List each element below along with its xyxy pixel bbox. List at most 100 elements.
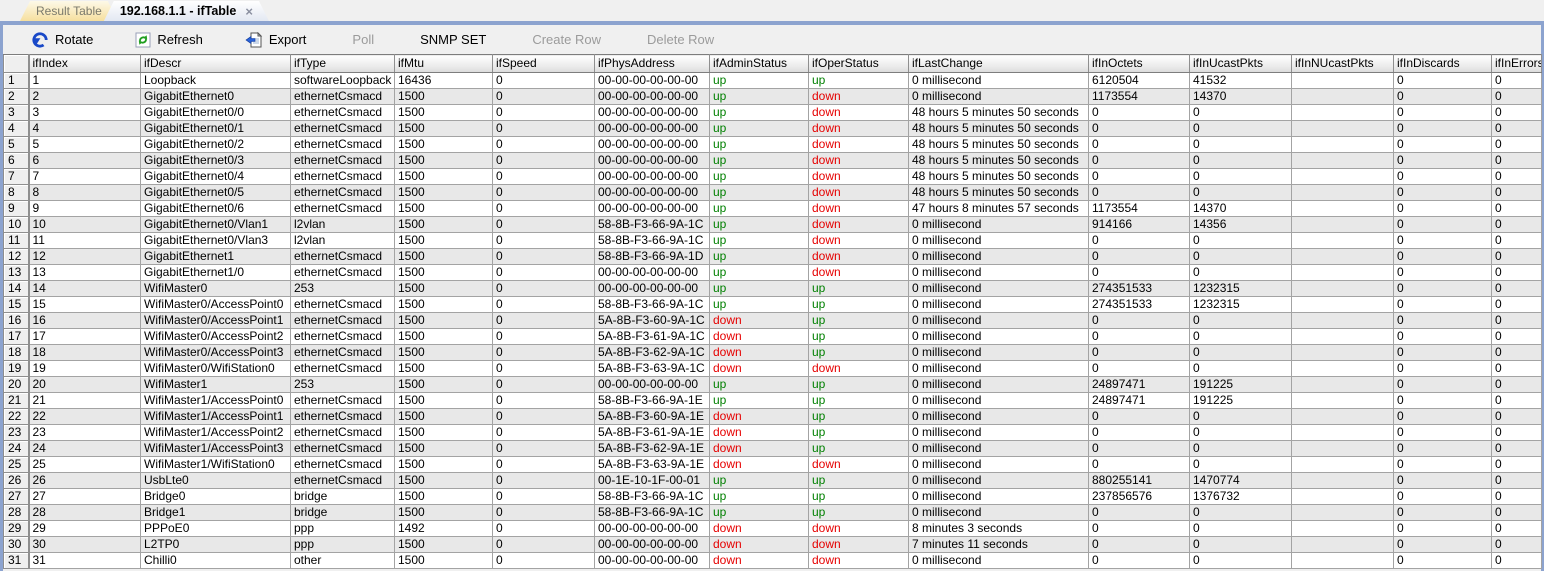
cell-ifType[interactable]: ethernetCsmacd [290,312,395,329]
refresh-button[interactable]: Refresh [135,32,203,48]
cell-ifPhysAddress[interactable]: 5A-8B-F3-60-9A-1E [594,408,710,425]
cell-ifIndex[interactable]: 9 [28,200,141,217]
cell-ifType[interactable]: ethernetCsmacd [290,440,395,457]
column-header-ifInNUcastPkts[interactable]: ifInNUcastPkts [1291,54,1394,73]
cell-ifOperStatus[interactable]: down [808,152,909,169]
cell-ifMtu[interactable]: 1500 [394,216,493,233]
cell-ifInErrors[interactable]: 0 [1491,424,1542,441]
cell-ifAdminStatus[interactable]: down [709,328,809,345]
cell-ifInErrors[interactable]: 0 [1491,296,1542,313]
cell-ifPhysAddress[interactable]: 00-00-00-00-00-00 [594,168,710,185]
cell-ifType[interactable]: 253 [290,280,395,297]
cell-ifType[interactable]: ethernetCsmacd [290,264,395,281]
cell-ifIndex[interactable]: 29 [28,520,141,537]
cell-ifInErrors[interactable]: 0 [1491,280,1542,297]
cell-ifType[interactable]: ethernetCsmacd [290,472,395,489]
cell-ifInErrors[interactable]: 0 [1491,264,1542,281]
cell-ifInErrors[interactable]: 0 [1491,216,1542,233]
cell-ifOperStatus[interactable]: up [808,392,909,409]
cell-ifDescr[interactable]: GigabitEthernet0/6 [140,200,291,217]
cell-ifIndex[interactable]: 30 [28,536,141,553]
row-number[interactable]: 29 [3,520,30,537]
cell-ifMtu[interactable]: 1500 [394,344,493,361]
cell-ifPhysAddress[interactable]: 00-00-00-00-00-00 [594,376,710,393]
cell-ifAdminStatus[interactable]: up [709,376,809,393]
cell-ifDescr[interactable]: WifiMaster0/AccessPoint1 [140,312,291,329]
cell-ifPhysAddress[interactable]: 58-8B-F3-66-9A-1D [594,248,710,265]
row-number[interactable]: 23 [3,424,30,441]
cell-ifPhysAddress[interactable]: 00-00-00-00-00-00 [594,120,710,137]
cell-ifIndex[interactable]: 14 [28,280,141,297]
cell-ifDescr[interactable]: Bridge0 [140,488,291,505]
cell-ifMtu[interactable]: 1500 [394,312,493,329]
cell-ifInErrors[interactable]: 0 [1491,536,1542,553]
cell-ifInDiscards[interactable]: 0 [1393,248,1492,265]
cell-ifInNUcastPkts[interactable] [1291,216,1394,233]
cell-ifAdminStatus[interactable]: down [709,456,809,473]
cell-ifType[interactable]: ethernetCsmacd [290,168,395,185]
row-number[interactable]: 24 [3,440,30,457]
cell-ifInErrors[interactable]: 0 [1491,360,1542,377]
cell-ifOperStatus[interactable]: down [808,200,909,217]
cell-ifInUcastPkts[interactable]: 14370 [1189,200,1292,217]
cell-ifInDiscards[interactable]: 0 [1393,88,1492,105]
cell-ifDescr[interactable]: WifiMaster1/AccessPoint0 [140,392,291,409]
cell-ifPhysAddress[interactable]: 00-00-00-00-00-00 [594,88,710,105]
cell-ifPhysAddress[interactable]: 58-8B-F3-66-9A-1E [594,392,710,409]
cell-ifAdminStatus[interactable]: down [709,536,809,553]
cell-ifLastChange[interactable]: 48 hours 5 minutes 50 seconds [908,168,1089,185]
cell-ifPhysAddress[interactable]: 58-8B-F3-66-9A-1C [594,488,710,505]
cell-ifInOctets[interactable]: 0 [1088,248,1190,265]
cell-ifAdminStatus[interactable]: up [709,168,809,185]
cell-ifType[interactable]: ppp [290,520,395,537]
cell-ifInOctets[interactable]: 0 [1088,152,1190,169]
cell-ifLastChange[interactable]: 0 millisecond [908,232,1089,249]
cell-ifIndex[interactable]: 25 [28,456,141,473]
column-header-ifInUcastPkts[interactable]: ifInUcastPkts [1189,54,1292,73]
cell-ifInUcastPkts[interactable]: 0 [1189,248,1292,265]
cell-ifInDiscards[interactable]: 0 [1393,504,1492,521]
cell-ifOperStatus[interactable]: down [808,88,909,105]
cell-ifInOctets[interactable]: 0 [1088,312,1190,329]
cell-ifInOctets[interactable]: 0 [1088,408,1190,425]
cell-ifAdminStatus[interactable]: down [709,552,809,569]
cell-ifInDiscards[interactable]: 0 [1393,120,1492,137]
cell-ifType[interactable]: ethernetCsmacd [290,424,395,441]
cell-ifInDiscards[interactable]: 0 [1393,216,1492,233]
cell-ifInOctets[interactable]: 1173554 [1088,88,1190,105]
cell-ifMtu[interactable]: 1500 [394,152,493,169]
cell-ifOperStatus[interactable]: down [808,248,909,265]
cell-ifSpeed[interactable]: 0 [492,248,595,265]
cell-ifAdminStatus[interactable]: up [709,248,809,265]
cell-ifLastChange[interactable]: 0 millisecond [908,296,1089,313]
cell-ifInErrors[interactable]: 0 [1491,472,1542,489]
cell-ifInDiscards[interactable]: 0 [1393,184,1492,201]
cell-ifType[interactable]: other [290,552,395,569]
cell-ifSpeed[interactable]: 0 [492,264,595,281]
row-number[interactable]: 5 [3,136,30,153]
cell-ifLastChange[interactable]: 0 millisecond [908,344,1089,361]
cell-ifSpeed[interactable]: 0 [492,296,595,313]
cell-ifLastChange[interactable]: 0 millisecond [908,456,1089,473]
cell-ifInNUcastPkts[interactable] [1291,120,1394,137]
cell-ifSpeed[interactable]: 0 [492,152,595,169]
cell-ifAdminStatus[interactable]: up [709,104,809,121]
cell-ifInUcastPkts[interactable]: 191225 [1189,376,1292,393]
cell-ifInErrors[interactable]: 0 [1491,200,1542,217]
cell-ifMtu[interactable]: 1500 [394,296,493,313]
cell-ifMtu[interactable]: 1500 [394,376,493,393]
cell-ifDescr[interactable]: WifiMaster1/WifiStation0 [140,456,291,473]
cell-ifIndex[interactable]: 26 [28,472,141,489]
cell-ifIndex[interactable]: 16 [28,312,141,329]
cell-ifInDiscards[interactable]: 0 [1393,360,1492,377]
cell-ifIndex[interactable]: 22 [28,408,141,425]
cell-ifLastChange[interactable]: 0 millisecond [908,360,1089,377]
cell-ifInErrors[interactable]: 0 [1491,552,1542,569]
cell-ifInOctets[interactable]: 880255141 [1088,472,1190,489]
cell-ifMtu[interactable]: 1500 [394,264,493,281]
cell-ifSpeed[interactable]: 0 [492,136,595,153]
cell-ifInErrors[interactable]: 0 [1491,88,1542,105]
cell-ifMtu[interactable]: 1500 [394,488,493,505]
cell-ifDescr[interactable]: GigabitEthernet0/Vlan3 [140,232,291,249]
cell-ifAdminStatus[interactable]: up [709,184,809,201]
